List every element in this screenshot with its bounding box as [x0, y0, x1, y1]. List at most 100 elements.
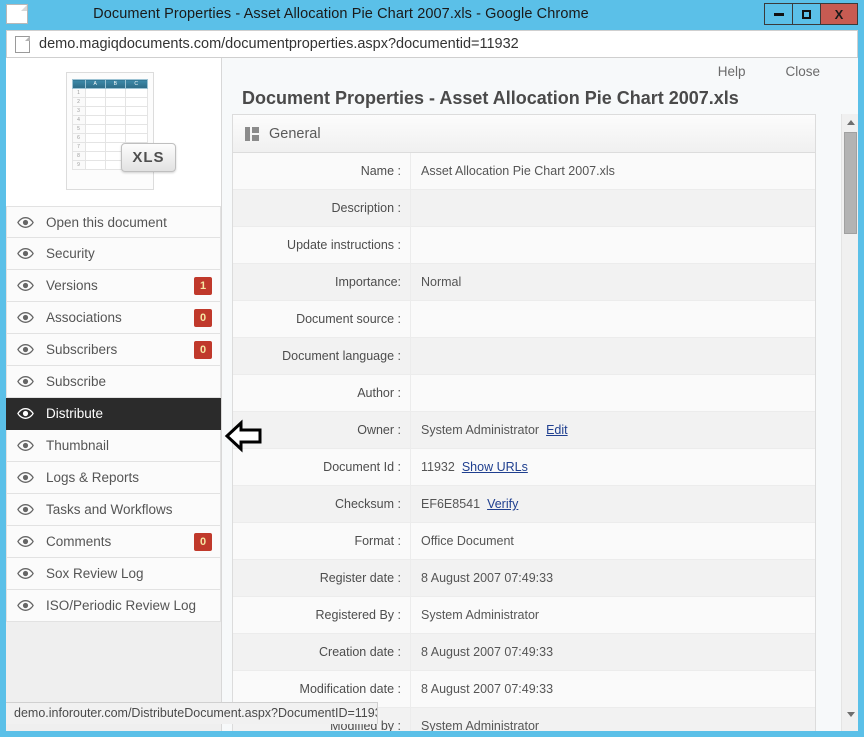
close-link[interactable]: Close [785, 64, 820, 79]
sidebar-item-subscribe[interactable]: Subscribe [6, 366, 221, 398]
minimize-button[interactable] [764, 3, 793, 25]
property-value-cell [411, 375, 815, 411]
spreadsheet-cell [84, 88, 106, 98]
eye-icon [17, 344, 34, 356]
document-thumbnail-panel: ABC 123456789 XLS [6, 58, 221, 206]
sidebar-item-logs-reports[interactable]: Logs & Reports [6, 462, 221, 494]
property-value-cell: Normal [411, 264, 815, 300]
sidebar-item-versions[interactable]: Versions 1 [6, 270, 221, 302]
sidebar-item-badge: 0 [194, 340, 212, 359]
sidebar-item-iso-periodic-review-log[interactable]: ISO/Periodic Review Log [6, 590, 221, 622]
sidebar-item-label: Sox Review Log [46, 566, 144, 581]
property-label: Registered By : [233, 597, 411, 633]
property-row: Author : [233, 375, 815, 412]
spreadsheet-row-header: 7 [71, 142, 86, 152]
property-value-cell [411, 190, 815, 226]
address-bar[interactable]: demo.magiqdocuments.com/documentproperti… [6, 30, 858, 58]
sidebar-item-security[interactable]: Security [6, 238, 221, 270]
property-row: Importance: Normal [233, 264, 815, 301]
sidebar-item-label: Subscribe [46, 374, 107, 389]
property-row: Document language : [233, 338, 815, 375]
property-row: Name : Asset Allocation Pie Chart 2007.xl… [233, 153, 815, 190]
sidebar-item-associations[interactable]: Associations 0 [6, 302, 221, 334]
spreadsheet-row: 4 [71, 115, 148, 125]
property-row: Checksum : EF6E8541 Verify [233, 486, 815, 523]
eye-icon [17, 312, 34, 324]
sidebar-item-open-this-document[interactable]: Open this document [6, 206, 221, 238]
property-row: Creation date : 8 August 2007 07:49:33 [233, 634, 815, 671]
spreadsheet-row-header: 4 [71, 115, 86, 125]
sidebar-item-subscribers[interactable]: Subscribers 0 [6, 334, 221, 366]
scroll-down-button[interactable] [842, 706, 858, 723]
help-link[interactable]: Help [718, 64, 746, 79]
spreadsheet-col-header: B [104, 79, 126, 89]
scrollbar-thumb[interactable] [844, 132, 857, 234]
property-value: System Administrator [421, 608, 540, 622]
spreadsheet-row: 2 [71, 97, 148, 107]
sidebar-item-tasks-and-workflows[interactable]: Tasks and Workflows [6, 494, 221, 526]
sidebar-item-label: Versions [46, 278, 98, 293]
sidebar-item-label: Comments [46, 534, 112, 549]
vertical-scrollbar[interactable] [841, 114, 858, 731]
spreadsheet-col-header: C [124, 79, 148, 89]
chevron-down-icon [846, 712, 855, 717]
property-value-cell [411, 301, 815, 337]
property-value: System Administrator [421, 423, 540, 437]
maximize-button[interactable] [792, 3, 821, 25]
main-header: Help Close Document Properties - Asset A… [222, 58, 858, 121]
sidebar-item-thumbnail[interactable]: Thumbnail [6, 430, 221, 462]
main-content: Help Close Document Properties - Asset A… [222, 58, 858, 731]
spreadsheet-row-header: 2 [71, 97, 86, 107]
property-label: Document language : [233, 338, 411, 374]
scroll-up-button[interactable] [842, 114, 858, 131]
property-value: Asset Allocation Pie Chart 2007.xls [421, 164, 615, 178]
grid-icon [245, 126, 259, 141]
spreadsheet-col-header: A [84, 79, 106, 89]
property-value: 8 August 2007 07:49:33 [421, 571, 554, 585]
xls-document-thumbnail[interactable]: ABC 123456789 XLS [65, 72, 176, 192]
property-value: 8 August 2007 07:49:33 [421, 645, 554, 659]
property-value-cell: 11932 Show URLs [411, 449, 815, 485]
sidebar-item-sox-review-log[interactable]: Sox Review Log [6, 558, 221, 590]
sidebar-item-label: Logs & Reports [46, 470, 140, 485]
property-row: Registered By : System Administrator [233, 597, 815, 634]
minimize-icon [773, 12, 784, 16]
status-bar-url: demo.inforouter.com/DistributeDocument.a… [6, 702, 378, 724]
spreadsheet-corner [71, 79, 86, 89]
chevron-up-icon [846, 120, 855, 125]
spreadsheet-cell [84, 151, 106, 161]
sidebar-item-distribute[interactable]: Distribute [6, 398, 221, 430]
spreadsheet-row-header: 1 [71, 88, 86, 98]
spreadsheet-cell [104, 133, 126, 143]
property-row: Owner : System Administrator Edit [233, 412, 815, 449]
property-label: Author : [233, 375, 411, 411]
eye-icon [17, 408, 34, 420]
property-label: Document source : [233, 301, 411, 337]
sidebar-nav-list: Open this document Security Versions 1 Assoc… [6, 206, 221, 622]
property-value: System Administrator [421, 719, 540, 731]
spreadsheet-row-header: 5 [71, 124, 86, 134]
spreadsheet-cell [124, 106, 148, 116]
sidebar-item-badge: 0 [194, 532, 212, 551]
sidebar-item-label: Subscribers [46, 342, 118, 357]
property-label: Creation date : [233, 634, 411, 670]
property-value-cell: System Administrator Edit [411, 412, 815, 448]
property-label: Register date : [233, 560, 411, 596]
sidebar-item-label: Tasks and Workflows [46, 502, 173, 517]
sidebar-item-comments[interactable]: Comments 0 [6, 526, 221, 558]
eye-icon [17, 472, 34, 484]
property-value-cell: 8 August 2007 07:49:33 [411, 671, 815, 707]
property-value: 11932 [421, 460, 455, 474]
property-link-edit[interactable]: Edit [546, 423, 568, 437]
property-label: Document Id : [233, 449, 411, 485]
sidebar-item-label: Open this document [46, 214, 167, 230]
property-link-show-urls[interactable]: Show URLs [462, 460, 528, 474]
page-content: ABC 123456789 XLS Open this document Secu… [6, 58, 858, 731]
spreadsheet-row: 6 [71, 133, 148, 143]
eye-icon [17, 600, 34, 612]
top-links: Help Close [236, 58, 844, 84]
address-bar-url: demo.magiqdocuments.com/documentproperti… [39, 36, 519, 52]
close-window-button[interactable]: X [820, 3, 858, 25]
properties-table: Name : Asset Allocation Pie Chart 2007.xl… [233, 153, 815, 731]
property-link-verify[interactable]: Verify [487, 497, 518, 511]
